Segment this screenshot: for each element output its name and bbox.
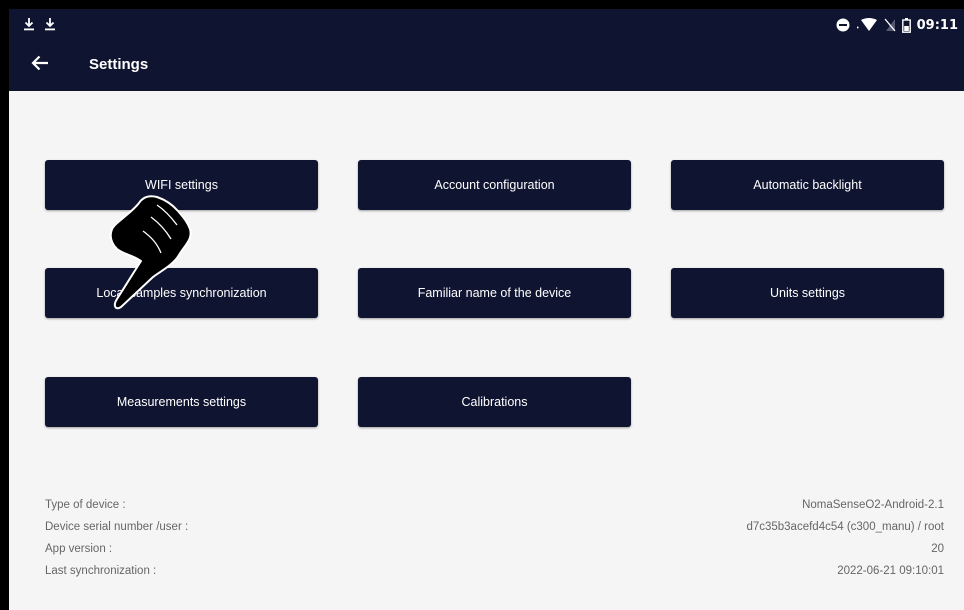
download-icon xyxy=(24,18,34,31)
familiar-name-button[interactable]: Familiar name of the device xyxy=(358,268,631,318)
app-version-value: 20 xyxy=(931,543,944,555)
status-time: 09:11 xyxy=(916,17,958,33)
last-sync-label: Last synchronization : xyxy=(45,565,157,577)
last-sync-value: 2022-06-21 09:10:01 xyxy=(837,565,944,577)
back-arrow-icon[interactable] xyxy=(30,53,50,73)
serial-number-value: d7c35b3acefd4c54 (c300_manu) / root xyxy=(746,521,944,533)
pointing-hand-icon xyxy=(109,195,192,310)
app-bar: 09:11 Settings xyxy=(9,9,964,91)
page-title: Settings xyxy=(89,56,149,73)
wifi-icon xyxy=(856,18,877,31)
app-version-label: App version : xyxy=(45,543,113,555)
units-settings-button[interactable]: Units settings xyxy=(671,268,944,318)
device-type-value: NomaSenseO2-Android-2.1 xyxy=(802,499,944,511)
serial-number-label: Device serial number /user : xyxy=(45,521,189,533)
no-sim-icon xyxy=(884,18,896,32)
battery-icon xyxy=(901,17,911,33)
account-configuration-button[interactable]: Account configuration xyxy=(358,160,631,210)
automatic-backlight-button[interactable]: Automatic backlight xyxy=(671,160,944,210)
download-icon xyxy=(45,18,55,31)
status-bar: 09:11 xyxy=(9,9,964,41)
calibrations-button[interactable]: Calibrations xyxy=(358,377,631,427)
device-type-label: Type of device : xyxy=(45,499,126,511)
status-icons: 09:11 xyxy=(836,16,958,34)
settings-screen: 09:11 Settings WIFI settings Account con… xyxy=(9,9,964,610)
measurements-settings-button[interactable]: Measurements settings xyxy=(45,377,318,427)
do-not-disturb-icon xyxy=(836,18,850,32)
